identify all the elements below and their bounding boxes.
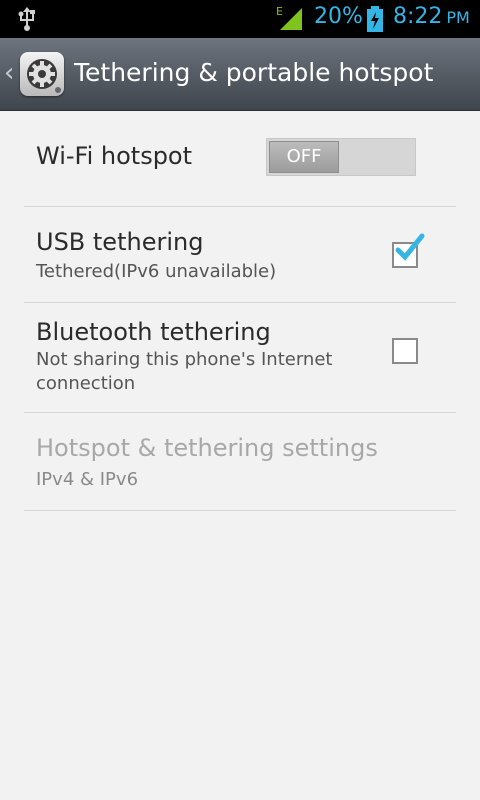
bluetooth-tethering-item[interactable]: Bluetooth tethering Not sharing this pho… xyxy=(24,304,456,413)
battery-charging-icon xyxy=(367,6,383,32)
toggle-off-label: OFF xyxy=(269,141,339,173)
wifi-hotspot-toggle[interactable]: OFF xyxy=(266,138,416,176)
svg-text:E: E xyxy=(276,5,283,18)
hotspot-settings-subtitle: IPv4 & IPv6 xyxy=(36,469,139,490)
hotspot-settings-item: Hotspot & tethering settings IPv4 & IPv6 xyxy=(24,414,456,511)
wifi-hotspot-item[interactable]: Wi-Fi hotspot OFF xyxy=(24,112,456,207)
back-chevron-icon[interactable]: ‹ xyxy=(4,58,14,88)
clock: 8:22 PM xyxy=(393,4,470,29)
signal-strength-icon: E xyxy=(276,5,302,30)
page-title: Tethering & portable hotspot xyxy=(74,58,434,87)
hotspot-settings-title: Hotspot & tethering settings xyxy=(36,434,378,462)
action-bar: ‹ Tethering & portable hotspot xyxy=(0,38,480,111)
wifi-hotspot-title: Wi-Fi hotspot xyxy=(36,142,193,170)
battery-percentage: 20% xyxy=(314,4,363,29)
usb-tethering-title: USB tethering xyxy=(36,228,204,256)
bluetooth-tethering-title: Bluetooth tethering xyxy=(36,318,271,346)
usb-tethering-item[interactable]: USB tethering Tethered(IPv6 unavailable) xyxy=(24,208,456,303)
settings-gear-icon[interactable] xyxy=(20,52,64,96)
checkmark-icon xyxy=(395,233,425,261)
usb-icon xyxy=(18,7,35,31)
bluetooth-tethering-subtitle: Not sharing this phone's Internet connec… xyxy=(36,349,333,394)
bluetooth-tethering-checkbox[interactable] xyxy=(392,338,418,364)
usb-tethering-checkbox[interactable] xyxy=(392,233,425,268)
usb-tethering-subtitle: Tethered(IPv6 unavailable) xyxy=(36,261,277,282)
status-bar: E 20% 8:22 PM xyxy=(0,0,480,38)
